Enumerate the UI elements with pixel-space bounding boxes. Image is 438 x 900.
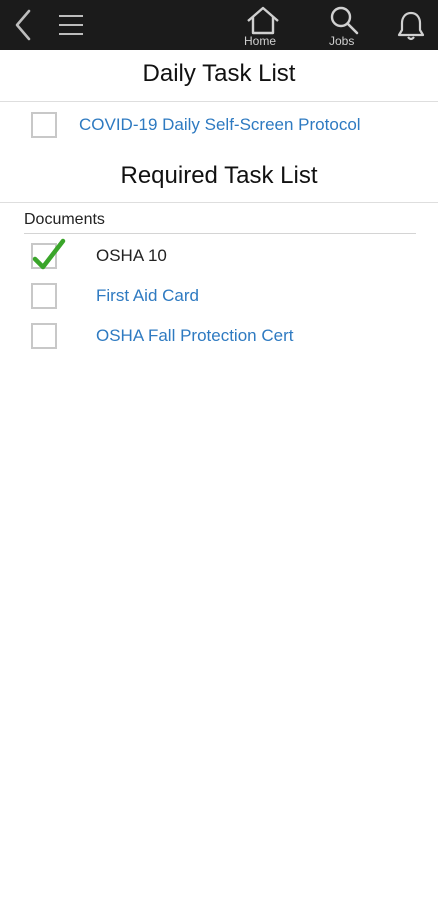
- notifications-button[interactable]: [392, 0, 430, 50]
- required-task-link[interactable]: OSHA Fall Protection Cert: [96, 326, 293, 346]
- daily-task-link[interactable]: COVID-19 Daily Self-Screen Protocol: [79, 115, 361, 135]
- search-icon: [330, 6, 359, 35]
- documents-divider: [24, 233, 416, 234]
- required-task-link[interactable]: First Aid Card: [96, 286, 199, 306]
- hamburger-icon: [59, 15, 83, 35]
- checkmark-icon: [32, 238, 66, 270]
- required-task-label: OSHA 10: [96, 246, 167, 265]
- jobs-nav-label: Jobs: [329, 34, 355, 48]
- home-nav-button[interactable]: Home: [240, 0, 286, 50]
- chevron-left-icon: [15, 9, 31, 41]
- divider: [0, 202, 438, 203]
- home-icon: [247, 6, 279, 35]
- required-task-list-title: Required Task List: [120, 162, 318, 189]
- required-task-checkbox-checked[interactable]: [31, 238, 66, 270]
- top-nav-bar: Home Jobs: [0, 0, 438, 50]
- home-nav-label: Home: [244, 34, 277, 48]
- bell-icon: [397, 11, 425, 41]
- daily-task-list-title: Daily Task List: [142, 60, 296, 87]
- required-task-checkbox[interactable]: [31, 283, 57, 309]
- jobs-nav-button[interactable]: Jobs: [322, 0, 366, 50]
- menu-button[interactable]: [52, 0, 92, 50]
- divider: [0, 101, 438, 102]
- documents-group-label: Documents: [24, 211, 105, 228]
- required-task-checkbox[interactable]: [31, 323, 57, 349]
- daily-task-checkbox[interactable]: [31, 112, 57, 138]
- back-button[interactable]: [4, 0, 40, 50]
